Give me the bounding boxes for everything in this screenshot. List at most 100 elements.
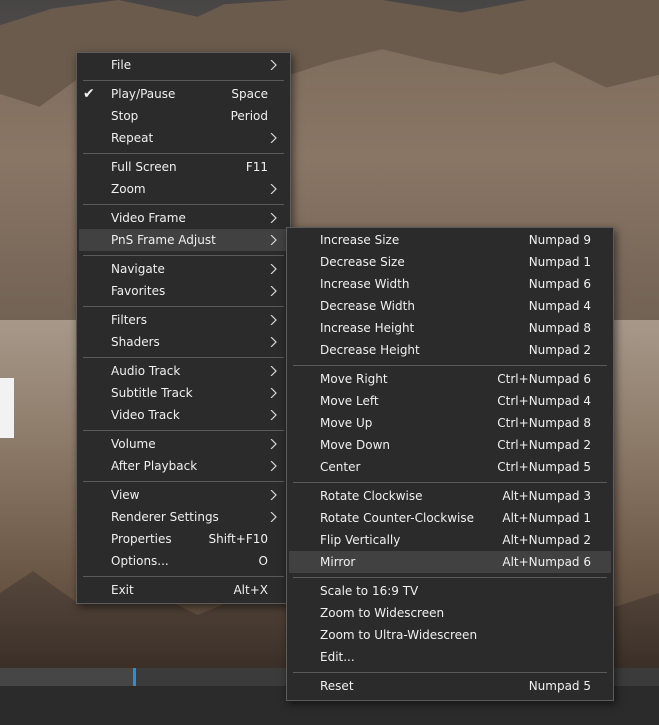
menu-item-label: Video Frame: [111, 211, 186, 225]
menu-item-shortcut: Numpad 8: [528, 321, 591, 335]
submenu-item-rotate-counter-clockwise[interactable]: Rotate Counter-Clockwise Alt+Numpad 1: [289, 507, 611, 529]
menu-item-shortcut: Alt+Numpad 6: [502, 555, 591, 569]
menu-item-label: Flip Vertically: [320, 533, 401, 547]
pns-frame-adjust-submenu: Increase Size Numpad 9 Decrease Size Numpad…: [286, 227, 614, 701]
chevron-right-icon: [269, 388, 279, 398]
menu-separator: [83, 357, 284, 358]
chevron-right-icon: [269, 366, 279, 376]
menu-item-shaders[interactable]: Shaders: [79, 331, 288, 353]
menu-item-repeat[interactable]: Repeat: [79, 127, 288, 149]
menu-item-zoom[interactable]: Zoom: [79, 178, 288, 200]
menu-item-options[interactable]: Options... O: [79, 550, 288, 572]
chevron-right-icon: [269, 235, 279, 245]
menu-item-label: Navigate: [111, 262, 165, 276]
menu-item-view[interactable]: View: [79, 484, 288, 506]
menu-item-label: Stop: [111, 109, 139, 123]
menu-item-exit[interactable]: Exit Alt+X: [79, 579, 288, 601]
chevron-right-icon: [269, 213, 279, 223]
menu-item-after-playback[interactable]: After Playback: [79, 455, 288, 477]
menu-item-shortcut: Numpad 6: [528, 277, 591, 291]
menu-item-video-frame[interactable]: Video Frame: [79, 207, 288, 229]
menu-item-label: Subtitle Track: [111, 386, 193, 400]
menu-item-label: Renderer Settings: [111, 510, 219, 524]
menu-item-label: Audio Track: [111, 364, 181, 378]
menu-item-label: Edit...: [320, 650, 355, 664]
menu-item-label: Rotate Clockwise: [320, 489, 423, 503]
chevron-right-icon: [269, 461, 279, 471]
chevron-right-icon: [269, 315, 279, 325]
chevron-right-icon: [269, 286, 279, 296]
menu-separator: [293, 672, 607, 673]
submenu-item-increase-width[interactable]: Increase Width Numpad 6: [289, 273, 611, 295]
menu-item-file[interactable]: File: [79, 54, 288, 76]
menu-item-pns-frame-adjust[interactable]: PnS Frame Adjust: [79, 229, 288, 251]
menu-item-label: Exit: [111, 583, 134, 597]
chevron-right-icon: [269, 337, 279, 347]
menu-item-renderer-settings[interactable]: Renderer Settings: [79, 506, 288, 528]
submenu-item-scale-to-16-9-tv[interactable]: Scale to 16:9 TV: [289, 580, 611, 602]
seek-bar-thumb[interactable]: [133, 668, 136, 686]
menu-item-label: Move Left: [320, 394, 379, 408]
submenu-item-edit[interactable]: Edit...: [289, 646, 611, 668]
menu-item-label: Increase Height: [320, 321, 415, 335]
menu-item-shortcut: Numpad 9: [528, 233, 591, 247]
chevron-right-icon: [269, 264, 279, 274]
menu-separator: [293, 482, 607, 483]
submenu-item-move-right[interactable]: Move Right Ctrl+Numpad 6: [289, 368, 611, 390]
chevron-right-icon: [269, 184, 279, 194]
menu-item-label: Video Track: [111, 408, 180, 422]
submenu-item-center[interactable]: Center Ctrl+Numpad 5: [289, 456, 611, 478]
menu-item-label: Zoom to Widescreen: [320, 606, 445, 620]
menu-item-navigate[interactable]: Navigate: [79, 258, 288, 280]
menu-item-label: Move Right: [320, 372, 388, 386]
menu-item-shortcut: F11: [245, 160, 268, 174]
menu-item-shortcut: Numpad 4: [528, 299, 591, 313]
submenu-item-zoom-to-ultra-widescreen[interactable]: Zoom to Ultra-Widescreen: [289, 624, 611, 646]
menu-item-filters[interactable]: Filters: [79, 309, 288, 331]
menu-item-shortcut: Shift+F10: [208, 532, 268, 546]
menu-item-play-pause[interactable]: ✔ Play/Pause Space: [79, 83, 288, 105]
menu-item-subtitle-track[interactable]: Subtitle Track: [79, 382, 288, 404]
submenu-item-move-up[interactable]: Move Up Ctrl+Numpad 8: [289, 412, 611, 434]
menu-item-volume[interactable]: Volume: [79, 433, 288, 455]
menu-item-shortcut: Alt+Numpad 3: [502, 489, 591, 503]
submenu-item-decrease-height[interactable]: Decrease Height Numpad 2: [289, 339, 611, 361]
menu-item-label: Increase Size: [320, 233, 400, 247]
menu-item-shortcut: Ctrl+Numpad 8: [497, 416, 591, 430]
chevron-right-icon: [269, 439, 279, 449]
menu-item-label: Repeat: [111, 131, 154, 145]
menu-separator: [83, 204, 284, 205]
menu-item-label: Shaders: [111, 335, 160, 349]
submenu-item-rotate-clockwise[interactable]: Rotate Clockwise Alt+Numpad 3: [289, 485, 611, 507]
menu-separator: [83, 481, 284, 482]
submenu-item-flip-vertically[interactable]: Flip Vertically Alt+Numpad 2: [289, 529, 611, 551]
menu-item-shortcut: Ctrl+Numpad 5: [497, 460, 591, 474]
submenu-item-move-down[interactable]: Move Down Ctrl+Numpad 2: [289, 434, 611, 456]
menu-item-shortcut: Numpad 2: [528, 343, 591, 357]
menu-item-properties[interactable]: Properties Shift+F10: [79, 528, 288, 550]
menu-item-stop[interactable]: Stop Period: [79, 105, 288, 127]
submenu-item-reset[interactable]: Reset Numpad 5: [289, 675, 611, 697]
submenu-item-zoom-to-widescreen[interactable]: Zoom to Widescreen: [289, 602, 611, 624]
menu-item-video-track[interactable]: Video Track: [79, 404, 288, 426]
menu-item-label: Play/Pause: [111, 87, 176, 101]
menu-item-label: Move Up: [320, 416, 373, 430]
menu-item-shortcut: Ctrl+Numpad 2: [497, 438, 591, 452]
submenu-item-decrease-width[interactable]: Decrease Width Numpad 4: [289, 295, 611, 317]
menu-separator: [83, 80, 284, 81]
submenu-item-increase-size[interactable]: Increase Size Numpad 9: [289, 229, 611, 251]
menu-item-favorites[interactable]: Favorites: [79, 280, 288, 302]
menu-item-label: Volume: [111, 437, 156, 451]
submenu-item-decrease-size[interactable]: Decrease Size Numpad 1: [289, 251, 611, 273]
submenu-item-mirror[interactable]: Mirror Alt+Numpad 6: [289, 551, 611, 573]
submenu-item-move-left[interactable]: Move Left Ctrl+Numpad 4: [289, 390, 611, 412]
submenu-item-increase-height[interactable]: Increase Height Numpad 8: [289, 317, 611, 339]
menu-item-label: Scale to 16:9 TV: [320, 584, 419, 598]
menu-item-full-screen[interactable]: Full Screen F11: [79, 156, 288, 178]
menu-item-label: Zoom to Ultra-Widescreen: [320, 628, 478, 642]
menu-item-label: View: [111, 488, 140, 502]
chevron-right-icon: [269, 60, 279, 70]
menu-item-audio-track[interactable]: Audio Track: [79, 360, 288, 382]
menu-item-label: PnS Frame Adjust: [111, 233, 216, 247]
video-building: [0, 378, 14, 438]
